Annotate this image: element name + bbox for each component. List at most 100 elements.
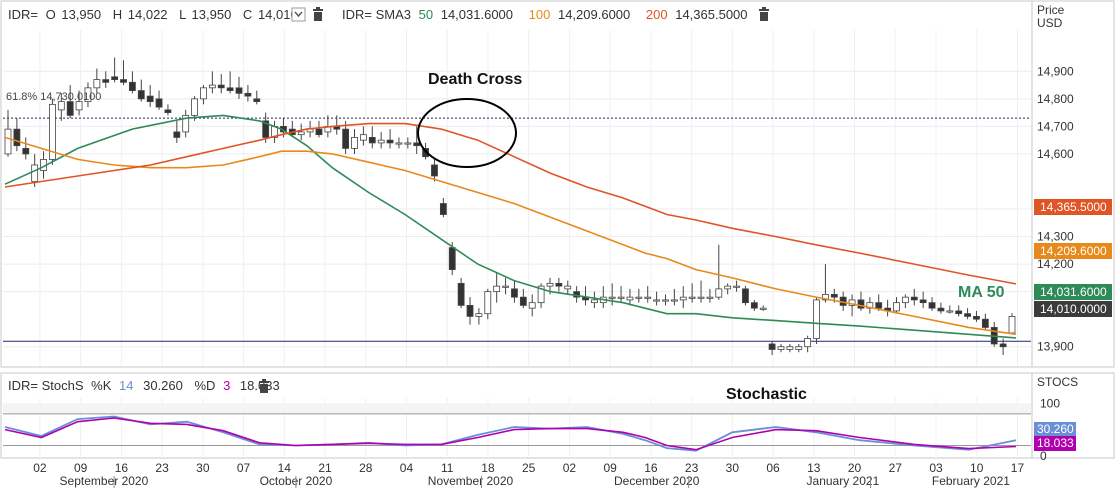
x-day-tick: 04: [400, 461, 414, 475]
x-day-tick: 30: [196, 461, 210, 475]
chevron-down-icon[interactable]: [291, 7, 306, 22]
candle-body: [795, 346, 803, 350]
price-axis-unit: USD: [1037, 16, 1063, 30]
candle-body: [688, 296, 696, 299]
trash-icon[interactable]: [259, 379, 269, 393]
candle-body: [466, 305, 474, 317]
x-month-tick: November 2020: [428, 474, 514, 488]
candle-body: [946, 310, 954, 313]
candle-body: [768, 343, 776, 350]
svg-text:14,010.0000: 14,010.0000: [1040, 302, 1107, 316]
x-day-tick: 03: [929, 461, 943, 475]
stoch-tick-label: 0: [1040, 449, 1047, 463]
x-day-tick: 09: [74, 461, 88, 475]
svg-text:18.033: 18.033: [1037, 436, 1074, 450]
candle-body: [644, 296, 652, 299]
candle-body: [981, 318, 989, 328]
sma50-tag: 14,031.6000: [1034, 284, 1112, 300]
candle-body: [13, 128, 21, 147]
candle-body: [608, 296, 616, 299]
x-month-tick: January 2021: [807, 474, 880, 488]
candle-body: [1008, 316, 1016, 334]
fib-label: 61.8% 14,730.0100: [6, 91, 101, 103]
candle-body: [102, 79, 110, 83]
candle-body: [200, 87, 207, 100]
price-panel-frame: [0, 0, 1033, 368]
candle-body: [4, 128, 12, 155]
candle-body: [191, 98, 198, 116]
candle-body: [208, 84, 216, 89]
candle-body: [137, 90, 145, 100]
trash-icon[interactable]: [759, 7, 769, 21]
candle-body: [395, 142, 403, 145]
candle-body: [635, 296, 643, 299]
death-cross-label: Death Cross: [428, 71, 522, 88]
candle-body: [359, 134, 367, 141]
candle-body: [351, 137, 358, 149]
candle-body: [493, 285, 501, 293]
candle-body: [173, 131, 181, 138]
candle-body: [66, 101, 74, 116]
candle-body: [404, 142, 412, 145]
candle-body: [893, 302, 900, 312]
candle-body: [928, 302, 936, 309]
candle-body: [484, 291, 492, 315]
svg-text:14,365.5000: 14,365.5000: [1040, 200, 1107, 214]
legend-sma: IDR= SMA3 50 14,031.6000 100 14,209.6000…: [342, 7, 748, 22]
x-day-tick: 30: [726, 461, 740, 475]
candle-body: [128, 81, 136, 91]
candle-body: [724, 285, 732, 290]
candle-body: [431, 164, 438, 177]
candle-body: [93, 79, 101, 89]
close-price-tag: 14,010.0000: [1034, 301, 1112, 317]
price-tick-label: 14,800: [1037, 92, 1074, 106]
candle-body: [937, 307, 945, 312]
svg-text:14,031.6000: 14,031.6000: [1040, 285, 1107, 299]
candle-body: [413, 142, 421, 147]
x-day-tick: 20: [848, 461, 862, 475]
candle-body: [111, 76, 119, 80]
candle-body: [155, 98, 163, 108]
candle-body: [857, 299, 865, 309]
candle-body: [235, 87, 243, 94]
candle-body: [706, 296, 714, 299]
candle-body: [120, 79, 127, 83]
x-day-tick: 02: [563, 461, 577, 475]
x-day-tick: 13: [807, 461, 821, 475]
trash-icon[interactable]: [313, 7, 323, 21]
candle-body: [955, 310, 963, 315]
candle-body: [315, 128, 323, 136]
candle-body: [564, 285, 572, 290]
candle-body: [653, 299, 661, 302]
candle-body: [386, 139, 394, 144]
candle-body: [750, 302, 758, 309]
x-day-tick: 25: [522, 461, 536, 475]
candle-body: [217, 84, 225, 89]
candle-body: [910, 296, 918, 301]
x-day-tick: 07: [237, 461, 251, 475]
candle-body: [901, 296, 909, 304]
x-day-tick: 14: [278, 461, 292, 475]
x-month-tick: December 2020: [614, 474, 700, 488]
x-day-tick: 16: [115, 461, 129, 475]
candle-body: [475, 313, 483, 317]
candle-body: [813, 299, 820, 339]
candle-body: [759, 307, 767, 310]
x-month-tick: September 2020: [60, 474, 149, 488]
candle-body: [253, 98, 261, 103]
chart: 13,90014,10014,20014,30014,40014,60014,7…: [0, 0, 1115, 488]
x-day-tick: 17: [1011, 461, 1025, 475]
x-day-tick: 28: [359, 461, 373, 475]
stoch-d-tag: 18.033: [1034, 436, 1076, 451]
candle-body: [519, 296, 527, 306]
candle-body: [164, 109, 172, 114]
x-day-tick: 10: [970, 461, 984, 475]
x-day-tick: 02: [33, 461, 47, 475]
candle-body: [617, 296, 625, 299]
price-tick-label: 14,600: [1037, 147, 1074, 161]
x-day-tick: 09: [603, 461, 617, 475]
candle-body: [146, 95, 154, 103]
legend-ohlc: IDR= O 13,950 H 14,022 L 13,950 C 14,010: [8, 7, 298, 22]
candle-body: [591, 299, 598, 304]
x-month-tick: February 2021: [932, 474, 1010, 488]
